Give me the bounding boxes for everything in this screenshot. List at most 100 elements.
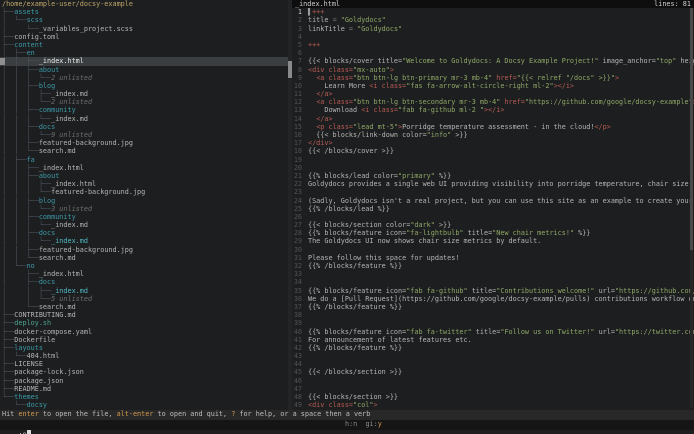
tree-row-docs[interactable]: │ ├──docs [0,278,288,286]
line-number: 47 [292,385,302,393]
text-segment: </div> [308,139,333,147]
text-segment: %}} [435,172,451,180]
line-number: 43 [292,352,302,360]
tree-row-content[interactable]: ├──content [0,41,288,49]
entry-name: Dockerfile [14,336,55,344]
tree-row-search.md[interactable]: │ │ └──search.md [0,147,288,155]
code-line: 9 <a class="btn btn-lg btn-primary mr-3 … [292,74,694,82]
tree-row-Dockerfile[interactable]: ├──Dockerfile [0,336,288,344]
code-line: 38 [292,311,694,319]
tree-branch-lines: │ │ ├── [2,164,39,172]
text-segment: href= [492,74,517,82]
tree-branch-lines: │ │ │ ├── [2,180,51,188]
code-line: 46 [292,377,694,385]
text-segment: > [615,74,619,82]
tree-row-package.json[interactable]: ├──package.json [0,377,288,385]
tree-row-blog[interactable]: │ │ ├──blog [0,197,288,205]
command-input-text[interactable]: :e [18,430,26,434]
tree-row--variables-project.scss[interactable]: │ └──_variables_project.scss [0,25,288,33]
text-segment: title [308,16,333,24]
text-segment: <a class= [316,74,353,82]
tree-row-5-unlisted[interactable]: │ │ └──5 unlisted [0,295,288,303]
entry-name: search.md [39,303,76,311]
text-segment: "Contributions welcome!" [496,287,594,295]
preview-scrollbar-thumb[interactable] [690,8,693,250]
line-number: 6 [292,49,302,57]
text-segment: "lead mt-5" [353,123,398,131]
tree-branch-lines: │ │ ├── [2,57,39,65]
tree-branch-lines: ├── [2,328,14,336]
text-segment: "Goldydocs" [341,16,386,24]
tree-row-featured-background.jpg[interactable]: │ │ ├──featured-background.jpg [0,246,288,254]
tree-row--index.html[interactable]: │ │ ├──_index.html [0,57,288,65]
command-input-bar[interactable]: :e h:n gi:y [0,420,694,430]
tree-row-featured-background.jpg[interactable]: │ │ │ └──featured-background.jpg [0,188,288,196]
tree-row-docsy[interactable]: └──docsy [0,401,288,409]
text-segment: {{% /blocks/feature %}} [308,262,402,270]
entry-name: _index.html [51,180,96,188]
entry-name: community [39,106,76,114]
code-view: 1▌+++2title = "Goldydocs"3linkTitle = "G… [292,8,694,409]
tree-branch-lines: │ │ └── [2,254,39,262]
line-number: 48 [292,393,302,401]
line-number: 34 [292,278,302,286]
tree-branch-lines: │ ├── [2,278,39,286]
tree-row-search.md[interactable]: │ └──search.md [0,303,288,311]
text-segment: "https://github.com/g [615,287,694,295]
tree-branch-lines: │ │ ├── [2,123,39,131]
tree-row-2-unlisted[interactable]: │ │ │ └──2 unlisted [0,74,288,82]
code-line: 29The Goldydocs UI now shows chair size … [292,237,694,245]
text-segment: "fab fa-github ml-2 " [398,106,484,114]
text-segment: "dark" [410,221,435,229]
tree-row-deploy.sh[interactable]: ├──deploy.sh [0,319,288,327]
tree-row-community[interactable]: │ │ ├──community [0,106,288,114]
code-line: 22Goldydocs provides a single web UI pro… [292,180,694,188]
text-segment: <i class= [361,106,398,114]
code-line: 20 [292,164,694,172]
tree-row-themes[interactable]: └──themes [0,393,288,401]
tree-row-404.html[interactable]: │ └──404.html [0,352,288,360]
line-number: 19 [292,156,302,164]
tree-row-about[interactable]: │ │ ├──about [0,66,288,74]
tree-branch-lines: │ │ └── [2,147,39,155]
tree-row-config.toml[interactable]: ├──config.toml [0,33,288,41]
tree-row-community[interactable]: │ │ ├──community [0,213,288,221]
tree-row-layouts[interactable]: ├──layouts [0,344,288,352]
tree-row--index.html[interactable]: │ │ ├──_index.html [0,164,288,172]
text-segment: = [349,25,357,33]
tree-branch-lines: │ │ ├── [2,213,39,221]
tree-row-9-unlisted[interactable]: │ │ │ └──9 unlisted [0,131,288,139]
tree-row-search.md[interactable]: │ │ └──search.md [0,254,288,262]
tree-row-docs[interactable]: │ │ ├──docs [0,123,288,131]
tree-row-package-lock.json[interactable]: ├──package-lock.json [0,368,288,376]
tree-row-about[interactable]: │ │ ├──about [0,172,288,180]
tree-row--index.md[interactable]: │ │ ├──_index.md [0,287,288,295]
text-segment: {{< /blocks/cover >}} [308,147,394,155]
tree-row-fa[interactable]: │ ├──fa [0,156,288,164]
text-segment: {{< blocks/cover title= [308,57,402,65]
line-number: 35 [292,287,302,295]
tree-row-README.md[interactable]: ├──README.md [0,385,288,393]
tree-branch-lines: │ │ ├── [2,246,39,254]
tree-row-no[interactable]: │ └──no [0,262,288,270]
tree-branch-lines: │ │ │ └── [2,131,51,139]
tree-row-scss[interactable]: │ └──scss [0,16,288,24]
tree-row--index.md[interactable]: │ │ │ └──_index.md [0,115,288,123]
text-segment: "mx-auto" [353,66,390,74]
tree-row--index.md[interactable]: │ │ │ └──_index.md [0,237,288,245]
tree-root-path[interactable]: /home/example-user/docsy-example [0,0,288,8]
tree-row-blog[interactable]: │ │ ├──blog [0,82,288,90]
entry-name: docs [39,278,55,286]
text-segment: </a> [316,115,332,123]
tree-branch-lines: │ │ │ └── [2,74,51,82]
code-line: 11 </a> [292,90,694,98]
tree-row-docker-compose.yaml[interactable]: ├──docker-compose.yaml [0,328,288,336]
text-segment: "btn btn-lg btn-primary mr-3 mb-4" [353,74,492,82]
tree-row-assets[interactable]: ├──assets [0,8,288,16]
tree-row-3-unlisted[interactable]: │ │ │ └──3 unlisted [0,205,288,213]
text-segment: Learn More [308,82,369,90]
code-line: 13 Download <i class="fab fa-github ml-2… [292,106,694,114]
text-segment: {{% /blocks/lead %}} [308,205,390,213]
preview-scrollbar[interactable] [690,8,693,408]
text-segment: enter [18,410,38,418]
